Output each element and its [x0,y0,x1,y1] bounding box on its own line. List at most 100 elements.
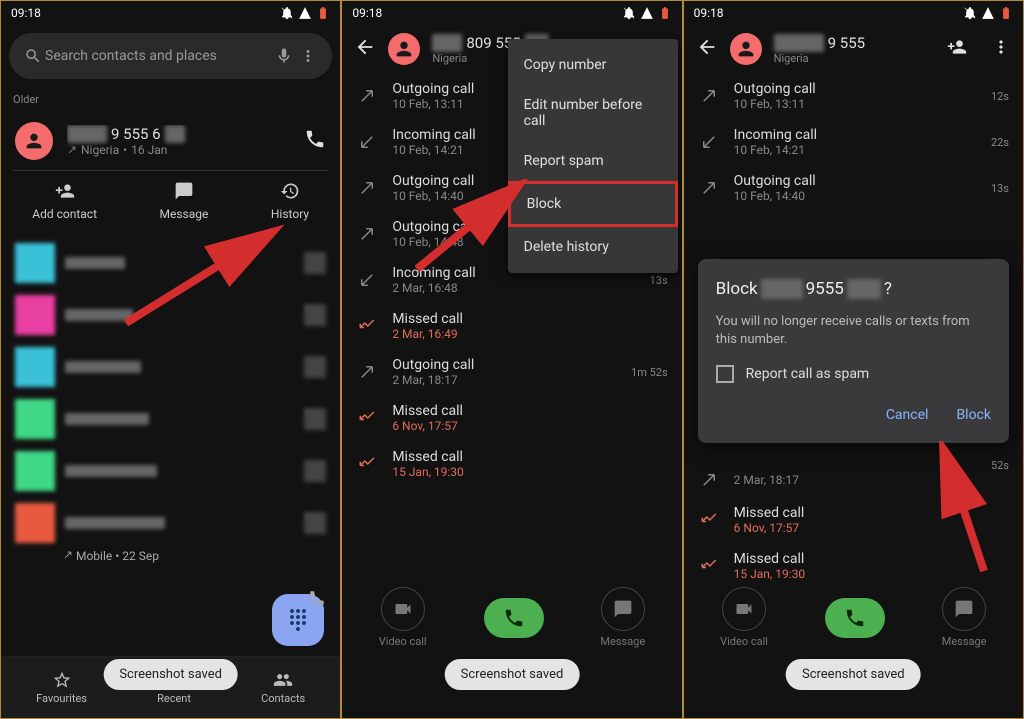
panel-recents: 09:18 Search contacts and places Older x… [0,0,341,719]
call-entry[interactable]: Incoming call10 Feb, 14:2122s [684,119,1023,165]
overflow-menu: Copy number Edit number before call Repo… [508,39,678,273]
menu-delete-history[interactable]: Delete history [508,227,678,267]
annotation-arrow [116,223,286,333]
call-entry[interactable]: Missed call2 Mar, 16:49 [342,303,681,349]
older-label: Older [1,87,340,112]
call-entry[interactable]: Missed call15 Jan, 19:30 [342,441,681,487]
call-type: Outgoing call [392,357,617,373]
back-icon[interactable] [354,36,376,62]
mic-icon[interactable] [272,47,296,65]
bell-off-icon [622,6,636,20]
battery-icon [316,6,330,20]
call-time: 10 Feb, 14:40 [734,189,977,203]
in-call-icon [356,133,378,151]
panel-history: 09:18 xxx809 555xxx Nigeria Outgoing cal… [341,0,682,719]
dialog-cancel-button[interactable]: Cancel [886,407,929,423]
message-button[interactable]: Message [942,587,987,648]
in-call-icon [698,133,720,151]
history-header: xxxxx9 555 Nigeria [684,25,1023,73]
out-call-icon [356,87,378,105]
dialog-spam-checkbox[interactable]: Report call as spam [716,365,991,383]
message-button[interactable]: Message [160,181,209,221]
call-icon[interactable] [304,128,326,154]
partial-call-icon [308,589,326,611]
bottom-actions: Video call Message [342,579,681,656]
call-time: 15 Jan, 19:30 [392,465,653,479]
bell-off-icon [963,6,977,20]
menu-edit-number[interactable]: Edit number before call [508,85,678,141]
list-item[interactable] [1,341,340,393]
panel-block-dialog: 09:18 xxxxx9 555 Nigeria Outgoing call10… [683,0,1024,719]
out-call-icon [698,87,720,105]
call-type: Missed call [392,449,653,465]
missed-call-icon [698,557,720,575]
message-button[interactable]: Message [600,587,645,648]
video-call-button[interactable]: Video call [379,587,427,648]
call-duration: 12s [991,90,1009,103]
status-icons [280,6,330,20]
add-person-icon[interactable] [947,37,967,61]
call-type: Incoming call [734,127,977,143]
bottom-actions: Video call Message [684,579,1023,656]
call-duration: 13s [991,182,1009,195]
more-icon[interactable] [296,47,320,65]
search-bar[interactable]: Search contacts and places [9,33,332,79]
history-button[interactable]: History [271,181,309,221]
call-entry[interactable]: Outgoing call10 Feb, 13:1112s [684,73,1023,119]
call-time: 2 Mar, 16:48 [392,281,635,295]
dialog-block-button[interactable]: Block [956,407,991,423]
call-entry[interactable]: Missed call6 Nov, 17:57 [342,395,681,441]
out-call-icon [698,179,720,197]
call-button[interactable] [825,598,885,638]
dialog-title: Block xxxxx9555xxxx? [716,279,991,299]
avatar [388,33,420,65]
call-type: Outgoing call [734,173,977,189]
more-icon[interactable] [991,37,1011,61]
list-item[interactable] [1,497,340,549]
call-type: Outgoing call [734,81,977,97]
call-duration: 22s [991,136,1009,149]
toast: Screenshot saved [103,659,238,690]
call-entry[interactable]: Outgoing call2 Mar, 18:171m 52s [342,349,681,395]
status-bar: 09:18 [1,1,340,25]
dialog-body: You will no longer receive calls or text… [716,313,991,349]
missed-call-icon [356,409,378,427]
call-button[interactable] [484,598,544,638]
call-time: 2 Mar, 16:49 [392,327,653,341]
signal-icon [640,6,654,20]
in-call-icon [356,271,378,289]
contact-card[interactable]: xxxxx9 555 6xx Nigeria • 16 Jan [1,112,340,170]
status-bar: 09:18 [684,1,1023,25]
menu-report-spam[interactable]: Report spam [508,141,678,181]
annotation-arrow [412,179,532,279]
nav-contacts[interactable]: Contacts [261,670,305,705]
contact-name: xxxxx9 555 6xx [67,125,304,143]
out-call-icon [356,363,378,381]
menu-block[interactable]: Block [508,181,678,227]
call-duration: 13s [650,274,668,287]
add-contact-button[interactable]: Add contact [32,181,97,221]
missed-call-icon [356,455,378,473]
nav-favourites[interactable]: Favourites [36,670,87,705]
header-number: xxxxx9 555 [774,34,935,52]
status-time: 09:18 [11,6,41,20]
status-time: 09:18 [352,6,382,20]
video-call-button[interactable]: Video call [720,587,768,648]
call-time: 6 Nov, 17:57 [392,419,653,433]
call-duration: 1m 52s [631,366,668,379]
back-icon[interactable] [696,36,718,62]
call-entry[interactable]: Outgoing call10 Feb, 14:40 13s [684,165,1023,211]
annotation-arrow [924,441,1004,581]
list-item[interactable] [1,445,340,497]
menu-copy-number[interactable]: Copy number [508,45,678,85]
missed-call-icon [356,317,378,335]
out-call-icon [698,471,720,489]
signal-icon [298,6,312,20]
avatar [15,122,53,160]
search-placeholder: Search contacts and places [45,48,272,64]
checkbox-icon[interactable] [716,365,734,383]
list-item[interactable] [1,393,340,445]
call-type: Missed call [392,403,653,419]
battery-icon [658,6,672,20]
status-time: 09:18 [694,6,724,20]
